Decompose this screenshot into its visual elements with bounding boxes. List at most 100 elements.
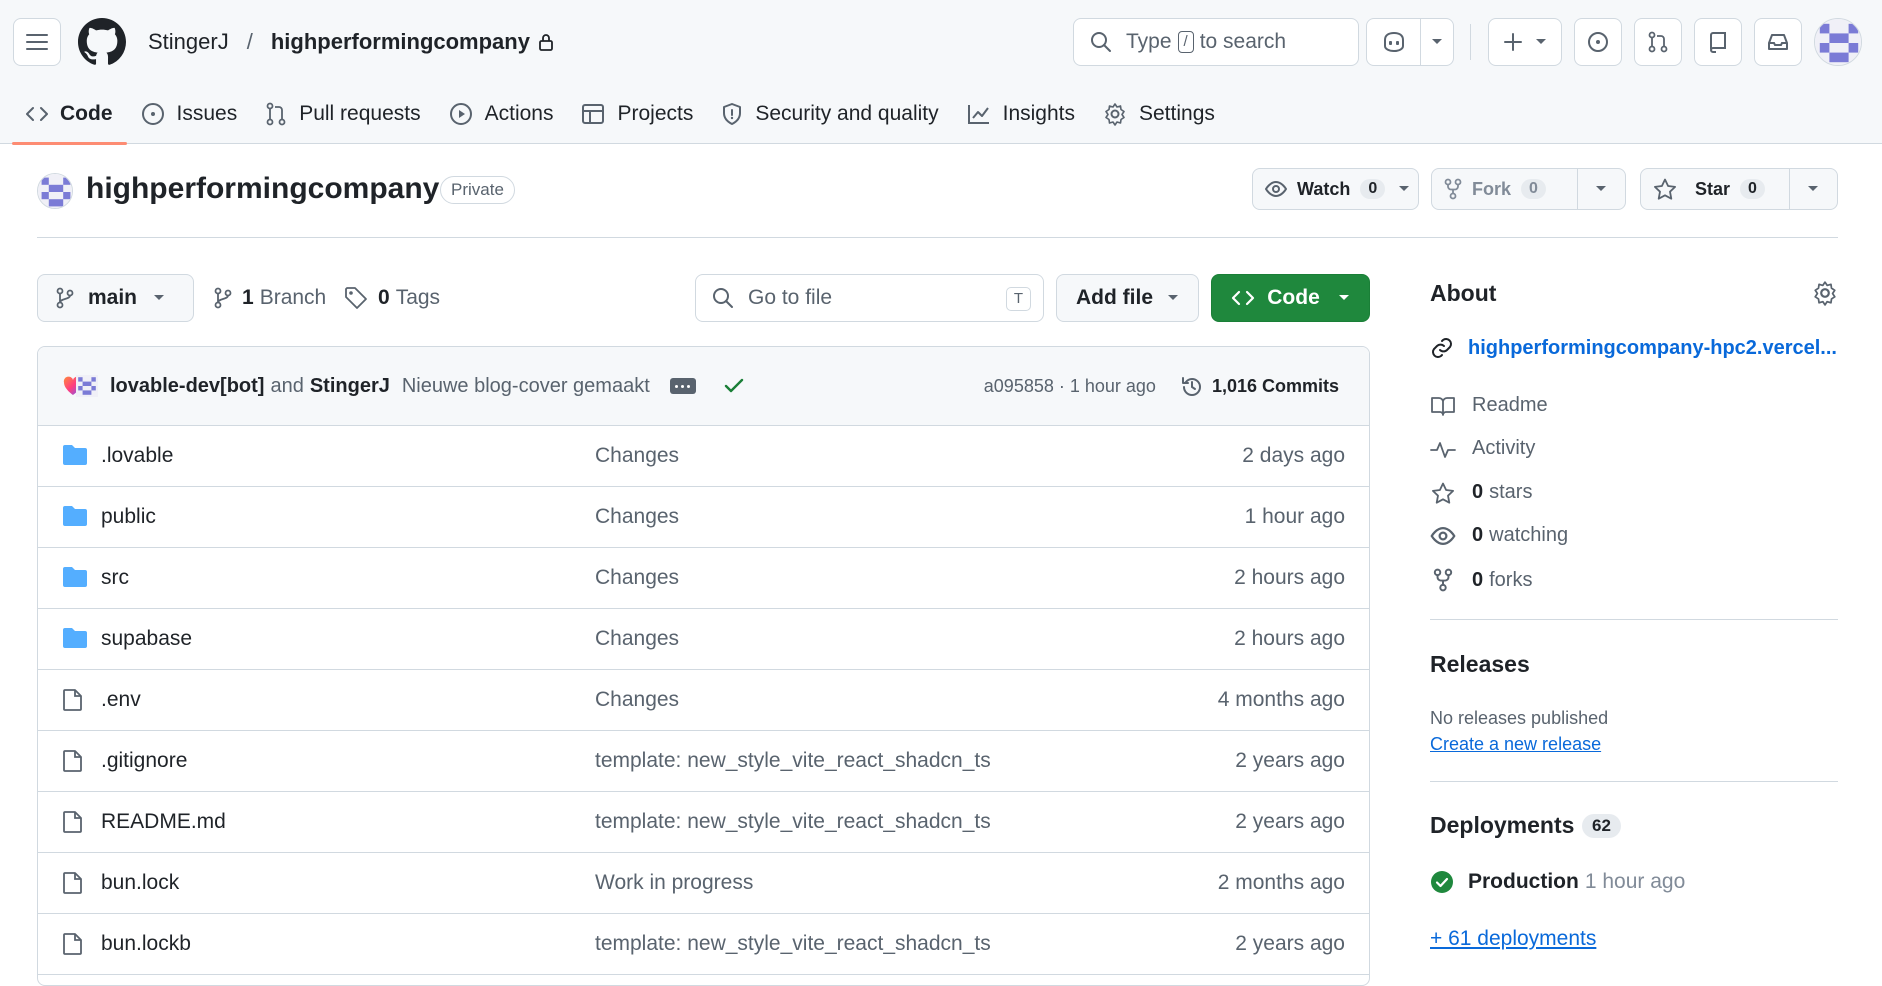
fork-dropdown[interactable] [1578, 169, 1625, 209]
graph-icon [967, 105, 989, 124]
tag-icon [345, 287, 367, 309]
file-row[interactable]: public Changes 1 hour ago [38, 487, 1369, 548]
commit-sha-time[interactable]: a095858 · 1 hour ago [984, 376, 1156, 397]
watch-dropdown[interactable] [1389, 169, 1418, 209]
file-row[interactable]: supabase Changes 2 hours ago [38, 609, 1369, 670]
releases-heading[interactable]: Releases [1430, 651, 1530, 678]
tab-insights[interactable]: Insights [953, 84, 1089, 144]
repositories-button[interactable] [1694, 18, 1742, 66]
pull-requests-button[interactable] [1634, 18, 1682, 66]
stars-count: 0 [1472, 481, 1484, 503]
file-row[interactable]: .gitignore template: new_style_vite_reac… [38, 731, 1369, 792]
file-commit-message[interactable]: Changes [595, 627, 679, 651]
commit-author-avatars[interactable] [62, 372, 100, 400]
deployment-item[interactable]: Production 1 hour ago [1430, 870, 1685, 894]
file-row[interactable]: README.md template: new_style_vite_react… [38, 792, 1369, 853]
code-dropdown-button[interactable]: Code [1211, 274, 1370, 322]
watch-label: Watch [1297, 178, 1351, 199]
branches-link[interactable]: 1 Branch [214, 286, 326, 310]
tab-code[interactable]: Code [12, 84, 127, 145]
search-placeholder-prefix: Type [1126, 30, 1172, 53]
commit-coauthor-link[interactable]: StingerJ [310, 375, 390, 398]
file-name-link[interactable]: bun.lockb [101, 932, 191, 956]
file-commit-message[interactable]: Changes [595, 566, 679, 590]
file-row[interactable]: src Changes 2 hours ago [38, 548, 1369, 609]
website-link[interactable]: highperformingcompany-hpc2.vercel... [1430, 336, 1837, 360]
file-name-link[interactable]: README.md [101, 810, 226, 834]
stars-link[interactable]: 0 stars [1430, 481, 1532, 504]
forks-link[interactable]: 0 forks [1430, 568, 1532, 592]
search-shortcut-key: / [1177, 31, 1194, 53]
file-row[interactable]: .env Changes 4 months ago [38, 670, 1369, 731]
commits-count-link[interactable]: 1,016 Commits [1212, 376, 1339, 397]
file-commit-message[interactable]: template: new_style_vite_react_shadcn_ts [595, 749, 991, 773]
tab-settings-label: Settings [1139, 102, 1215, 125]
file-name-link[interactable]: .gitignore [101, 749, 187, 773]
tab-actions[interactable]: Actions [435, 84, 568, 144]
file-name-link[interactable]: supabase [101, 627, 192, 651]
tab-security[interactable]: Security and quality [707, 84, 952, 144]
file-name-link[interactable]: .env [101, 688, 141, 712]
more-deployments-link[interactable]: + 61 deployments [1430, 927, 1596, 951]
star-button[interactable]: Star 0 [1641, 169, 1790, 209]
issues-button[interactable] [1574, 18, 1622, 66]
file-row[interactable]: bun.lockb template: new_style_vite_react… [38, 914, 1369, 975]
watching-link[interactable]: 0 watching [1430, 524, 1568, 547]
create-release-link[interactable]: Create a new release [1430, 734, 1601, 755]
activity-label: Activity [1472, 437, 1536, 459]
tab-issues[interactable]: Issues [127, 84, 252, 144]
inbox-button[interactable] [1754, 18, 1802, 66]
file-commit-time: 1 hour ago [1244, 505, 1345, 528]
fork-button[interactable]: Fork 0 [1432, 169, 1578, 209]
check-icon[interactable] [724, 378, 744, 394]
file-commit-message[interactable]: Changes [595, 444, 679, 468]
search-placeholder-suffix: to search [1199, 30, 1287, 53]
watch-count: 0 [1360, 179, 1386, 199]
repo-owner-avatar[interactable] [37, 173, 73, 209]
star-dropdown[interactable] [1790, 169, 1837, 209]
go-to-file-input[interactable]: Go to file T [695, 274, 1044, 322]
file-commit-message[interactable]: Changes [595, 688, 679, 712]
copilot-button-group [1366, 18, 1454, 66]
gear-icon[interactable] [1812, 280, 1838, 306]
breadcrumb-repo-link[interactable]: highperformingcompany [271, 29, 530, 55]
activity-link[interactable]: Activity [1430, 437, 1535, 460]
readme-link[interactable]: Readme [1430, 394, 1548, 417]
file-name-link[interactable]: .lovable [101, 444, 173, 468]
file-row[interactable]: .lovable Changes 2 days ago [38, 426, 1369, 487]
copilot-dropdown-button[interactable] [1421, 19, 1453, 65]
github-logo-icon[interactable] [78, 18, 126, 66]
breadcrumb-owner-link[interactable]: StingerJ [148, 29, 229, 55]
global-search-input[interactable]: Type / to search [1073, 18, 1359, 66]
file-commit-message[interactable]: Changes [595, 505, 679, 529]
file-name-link[interactable]: public [101, 505, 156, 529]
breadcrumb-separator: / [246, 29, 253, 54]
create-new-button[interactable] [1488, 18, 1562, 66]
go-to-file-shortcut: T [1005, 287, 1031, 311]
tab-settings[interactable]: Settings [1089, 84, 1229, 144]
copilot-button[interactable] [1367, 19, 1421, 65]
menu-button[interactable] [13, 18, 61, 66]
repo-title[interactable]: highperformingcompany [86, 172, 439, 206]
file-icon [63, 872, 82, 894]
file-commit-message[interactable]: Work in progress [595, 871, 753, 895]
commit-author-link[interactable]: lovable-dev[bot] [110, 375, 264, 398]
commit-message-link[interactable]: Nieuwe blog-cover gemaakt [402, 375, 650, 398]
tab-pull-requests[interactable]: Pull requests [251, 84, 434, 144]
file-commit-message[interactable]: template: new_style_vite_react_shadcn_ts [595, 810, 991, 834]
check-circle-icon [1431, 871, 1453, 893]
tags-link[interactable]: 0 Tags [344, 286, 440, 310]
eye-icon [1265, 181, 1287, 197]
watch-button[interactable]: Watch 0 [1253, 169, 1389, 209]
file-commit-message[interactable]: template: new_style_vite_react_shadcn_ts [595, 932, 991, 956]
add-file-button[interactable]: Add file [1056, 274, 1199, 322]
branch-select-button[interactable]: main [37, 274, 194, 322]
commit-expand-button[interactable] [669, 378, 696, 394]
user-avatar[interactable] [1814, 18, 1862, 66]
file-name-link[interactable]: src [101, 566, 129, 590]
deployments-heading[interactable]: Deployments [1430, 812, 1574, 839]
file-name-link[interactable]: bun.lock [101, 871, 179, 895]
tab-issues-label: Issues [176, 102, 238, 125]
tab-projects[interactable]: Projects [567, 84, 707, 144]
file-row[interactable]: bun.lock Work in progress 2 months ago [38, 853, 1369, 914]
